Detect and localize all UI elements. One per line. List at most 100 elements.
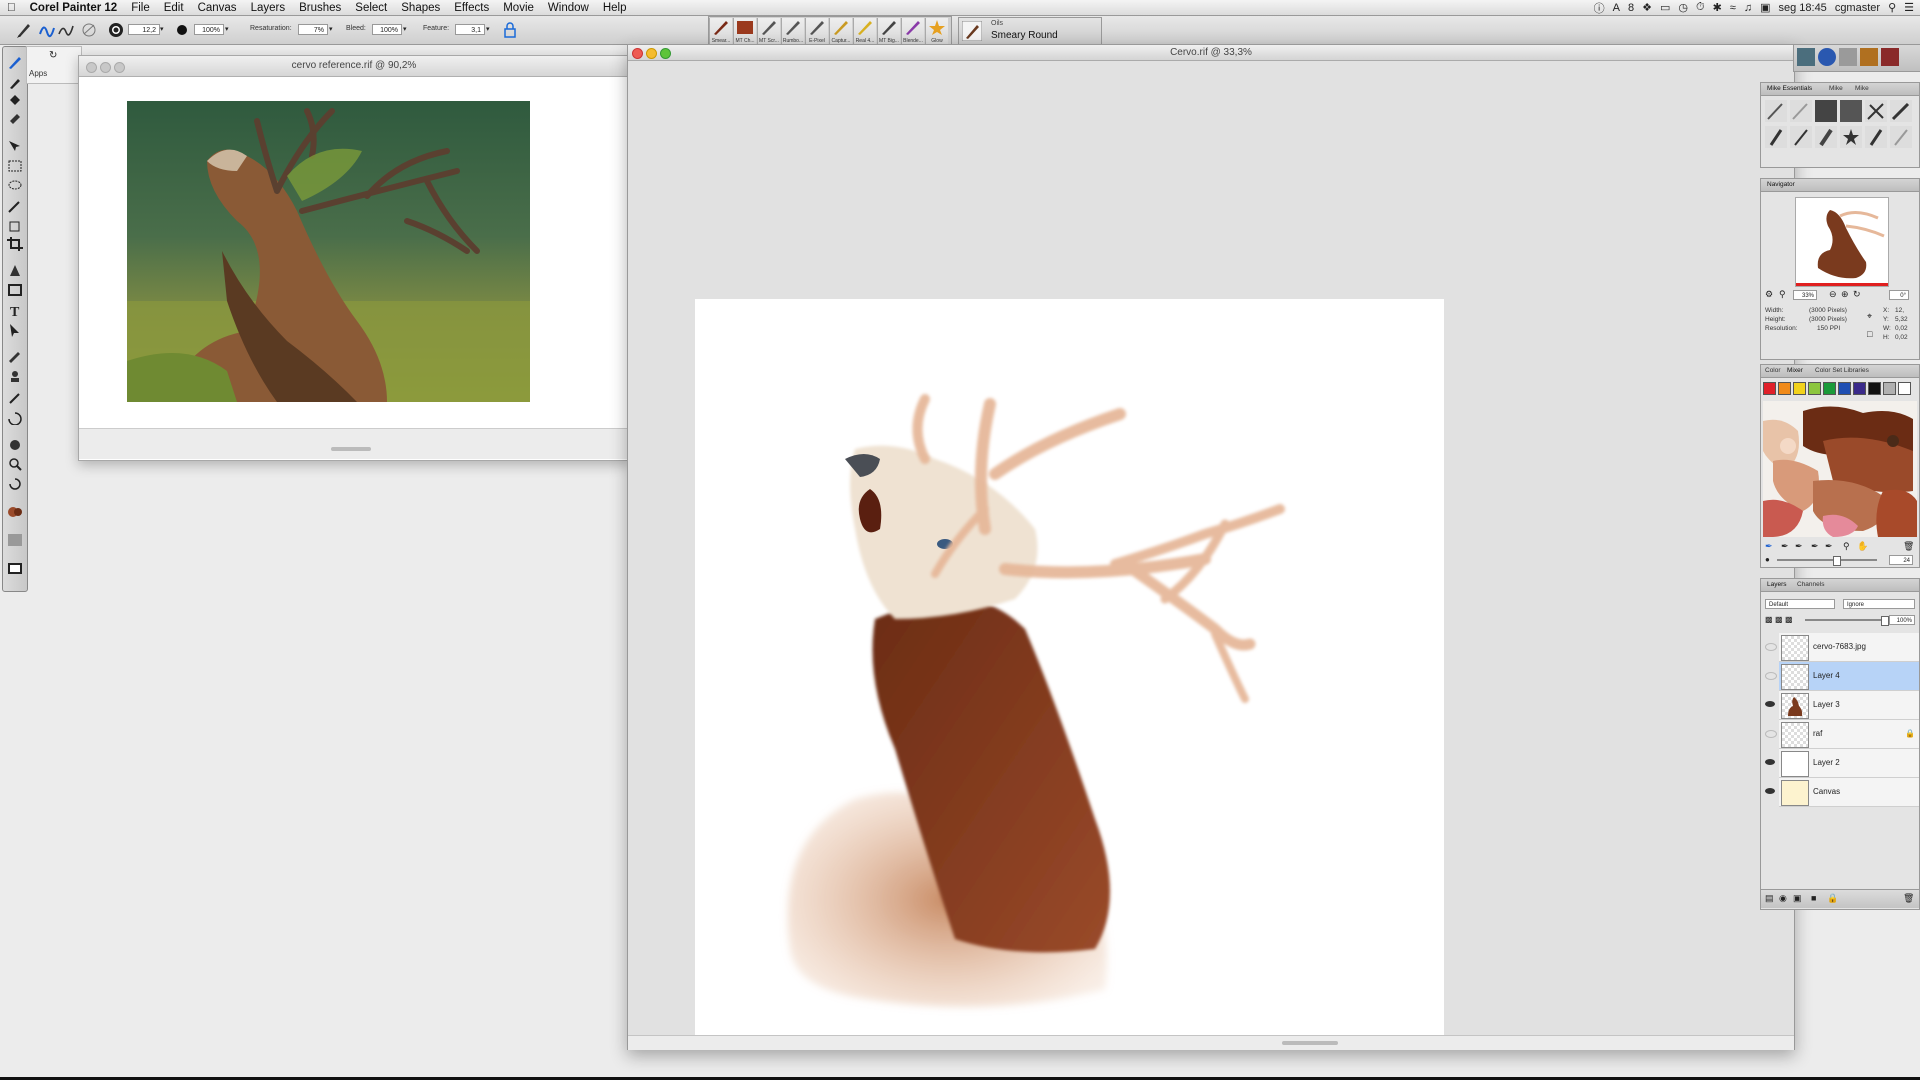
pen-icon[interactable] bbox=[7, 263, 23, 277]
brush-preset[interactable] bbox=[1765, 100, 1787, 122]
brush-preset[interactable] bbox=[1890, 100, 1912, 122]
size-dropdown-icon[interactable]: ▾ bbox=[160, 25, 164, 33]
canvas-window-titlebar[interactable]: Cervo.rif @ 33,3% bbox=[628, 45, 1794, 61]
dodge-icon[interactable] bbox=[7, 391, 23, 405]
tab-mike-1[interactable]: Mike bbox=[1829, 85, 1843, 92]
zoom-in-icon[interactable]: ⊕ bbox=[1841, 289, 1849, 300]
mixer-size-slider[interactable] bbox=[1777, 559, 1877, 561]
eraser-icon[interactable] bbox=[7, 111, 23, 125]
rect-select-icon[interactable] bbox=[7, 159, 23, 173]
mixer-size-thumb[interactable] bbox=[1833, 556, 1841, 566]
adobe-icon[interactable]: A bbox=[1613, 2, 1620, 14]
brush-selector[interactable]: Oils Smeary Round bbox=[958, 17, 1102, 45]
swatch-purple[interactable] bbox=[1853, 382, 1866, 395]
layer-visibility-eye-icon[interactable] bbox=[1765, 788, 1775, 794]
brush-icon[interactable] bbox=[7, 55, 23, 69]
brush-preset[interactable] bbox=[1790, 126, 1812, 148]
brush-preset[interactable] bbox=[1840, 126, 1862, 148]
tab-mixer[interactable]: Mixer bbox=[1787, 367, 1803, 374]
reference-scrollbar[interactable] bbox=[79, 428, 629, 459]
drawing-canvas[interactable] bbox=[695, 299, 1444, 1035]
swatch-white[interactable] bbox=[1898, 382, 1911, 395]
dirty-brush-icon[interactable]: ✒ bbox=[1765, 541, 1773, 552]
composite-depth-select[interactable]: Ignore bbox=[1843, 599, 1915, 609]
menu-movie[interactable]: Movie bbox=[496, 2, 541, 14]
trash-icon[interactable]: 🗑 bbox=[1903, 541, 1914, 552]
composite-method-select[interactable]: Default bbox=[1765, 599, 1835, 609]
display-icon[interactable]: ▭ bbox=[1660, 1, 1670, 14]
transform-icon[interactable] bbox=[7, 219, 23, 233]
dropper-icon[interactable] bbox=[7, 75, 23, 89]
layer-mask-icon[interactable]: ■ bbox=[1811, 893, 1816, 903]
wifi-icon[interactable]: ≈ bbox=[1730, 2, 1736, 14]
brush-tracker-item[interactable]: Real 4... bbox=[853, 18, 876, 44]
layer-row[interactable]: Layer 2 bbox=[1779, 749, 1919, 778]
swatch-yellow[interactable] bbox=[1793, 382, 1806, 395]
swatch-blue[interactable] bbox=[1838, 382, 1851, 395]
layer-opacity-slider[interactable] bbox=[1805, 619, 1885, 621]
apple-icon[interactable]:  bbox=[0, 2, 23, 14]
dynamic-plugins-icon[interactable]: ◉ bbox=[1779, 893, 1787, 904]
layer-visibility-eye-icon[interactable] bbox=[1765, 730, 1777, 738]
brush-preset[interactable] bbox=[1865, 100, 1887, 122]
pattern-icon[interactable] bbox=[1839, 48, 1857, 66]
swatch-orange[interactable] bbox=[1778, 382, 1791, 395]
sample-multiple-icon[interactable]: ✒ bbox=[1825, 541, 1833, 552]
user-name[interactable]: cgmaster bbox=[1835, 2, 1880, 14]
tab-mike-essentials[interactable]: Mike Essentials bbox=[1767, 85, 1812, 92]
menu-brushes[interactable]: Brushes bbox=[292, 2, 348, 14]
delete-layer-icon[interactable]: 🗑 bbox=[1903, 893, 1914, 904]
layer-commands-icon[interactable]: ▤ bbox=[1765, 893, 1774, 904]
paper-icon[interactable] bbox=[1797, 48, 1815, 66]
rotation-field[interactable]: 0° bbox=[1889, 290, 1909, 300]
paper-selector-icon[interactable] bbox=[7, 533, 23, 547]
rotate-page-icon[interactable] bbox=[7, 477, 23, 491]
new-group-icon[interactable]: ▣ bbox=[1793, 893, 1802, 904]
layer-row[interactable]: Layer 4 bbox=[1779, 662, 1919, 691]
zoom-out-icon[interactable]: ⊖ bbox=[1829, 289, 1837, 300]
settings-gear-icon[interactable]: ⚙ bbox=[1765, 289, 1773, 300]
layer-opacity-field[interactable]: 100% bbox=[1889, 615, 1915, 625]
bleed-field[interactable]: 100% bbox=[372, 24, 402, 35]
brush-preset[interactable] bbox=[1790, 100, 1812, 122]
menu-select[interactable]: Select bbox=[348, 2, 394, 14]
paint-bucket-icon[interactable] bbox=[7, 93, 23, 107]
layer-visibility-eye-icon[interactable] bbox=[1765, 759, 1775, 765]
brush-preset[interactable] bbox=[1890, 126, 1912, 148]
bookmark-apps[interactable]: Apps bbox=[29, 69, 47, 78]
tab-channels[interactable]: Channels bbox=[1797, 581, 1824, 588]
mixer-pad[interactable] bbox=[1763, 401, 1917, 537]
navigator-preview[interactable] bbox=[1795, 197, 1889, 287]
layer-visibility-eye-icon[interactable] bbox=[1765, 643, 1777, 651]
opacity-field[interactable]: 100% bbox=[194, 24, 224, 35]
notification-center-icon[interactable]: ☰ bbox=[1904, 1, 1914, 14]
layer-lock-icon[interactable]: 🔒 bbox=[1905, 729, 1915, 738]
look-icon[interactable] bbox=[1881, 48, 1899, 66]
brush-preset[interactable] bbox=[1815, 100, 1837, 122]
mixer-size-field[interactable]: 24 bbox=[1889, 555, 1913, 565]
preserve-transparency-icon[interactable]: ▩ bbox=[1765, 615, 1773, 624]
layer-row[interactable]: raf 🔒 bbox=[1779, 720, 1919, 749]
color-swatch-icon[interactable] bbox=[7, 505, 23, 519]
spotlight-icon[interactable]: ⚲ bbox=[1888, 1, 1896, 14]
mixer-zoom-icon[interactable]: ⚲ bbox=[1843, 541, 1850, 552]
menu-layers[interactable]: Layers bbox=[244, 2, 293, 14]
brush-tracker-item[interactable]: Smear... bbox=[709, 18, 732, 44]
menu-file[interactable]: File bbox=[124, 2, 157, 14]
menu-window[interactable]: Window bbox=[541, 2, 596, 14]
nozzle-icon[interactable] bbox=[1860, 48, 1878, 66]
stroke-freehand-icon[interactable] bbox=[38, 20, 56, 40]
menu-shapes[interactable]: Shapes bbox=[394, 2, 447, 14]
layer-opacity-thumb[interactable] bbox=[1881, 616, 1889, 626]
brush-size-field[interactable]: 12,2 bbox=[128, 24, 160, 35]
brush-tracker-item[interactable]: Glow bbox=[925, 18, 948, 44]
resaturation-field[interactable]: 7% bbox=[298, 24, 328, 35]
opacity-dropdown-icon[interactable]: ▾ bbox=[225, 25, 229, 33]
brush-tracker-item[interactable]: Rumbo... bbox=[781, 18, 804, 44]
lock-icon[interactable] bbox=[501, 20, 519, 40]
gradient-icon[interactable] bbox=[1818, 48, 1836, 66]
swatch-gray[interactable] bbox=[1883, 382, 1896, 395]
zoom-icon[interactable]: ⚲ bbox=[1779, 289, 1786, 300]
canvas-scrollbar[interactable] bbox=[628, 1035, 1794, 1050]
crop-icon[interactable] bbox=[7, 237, 23, 251]
